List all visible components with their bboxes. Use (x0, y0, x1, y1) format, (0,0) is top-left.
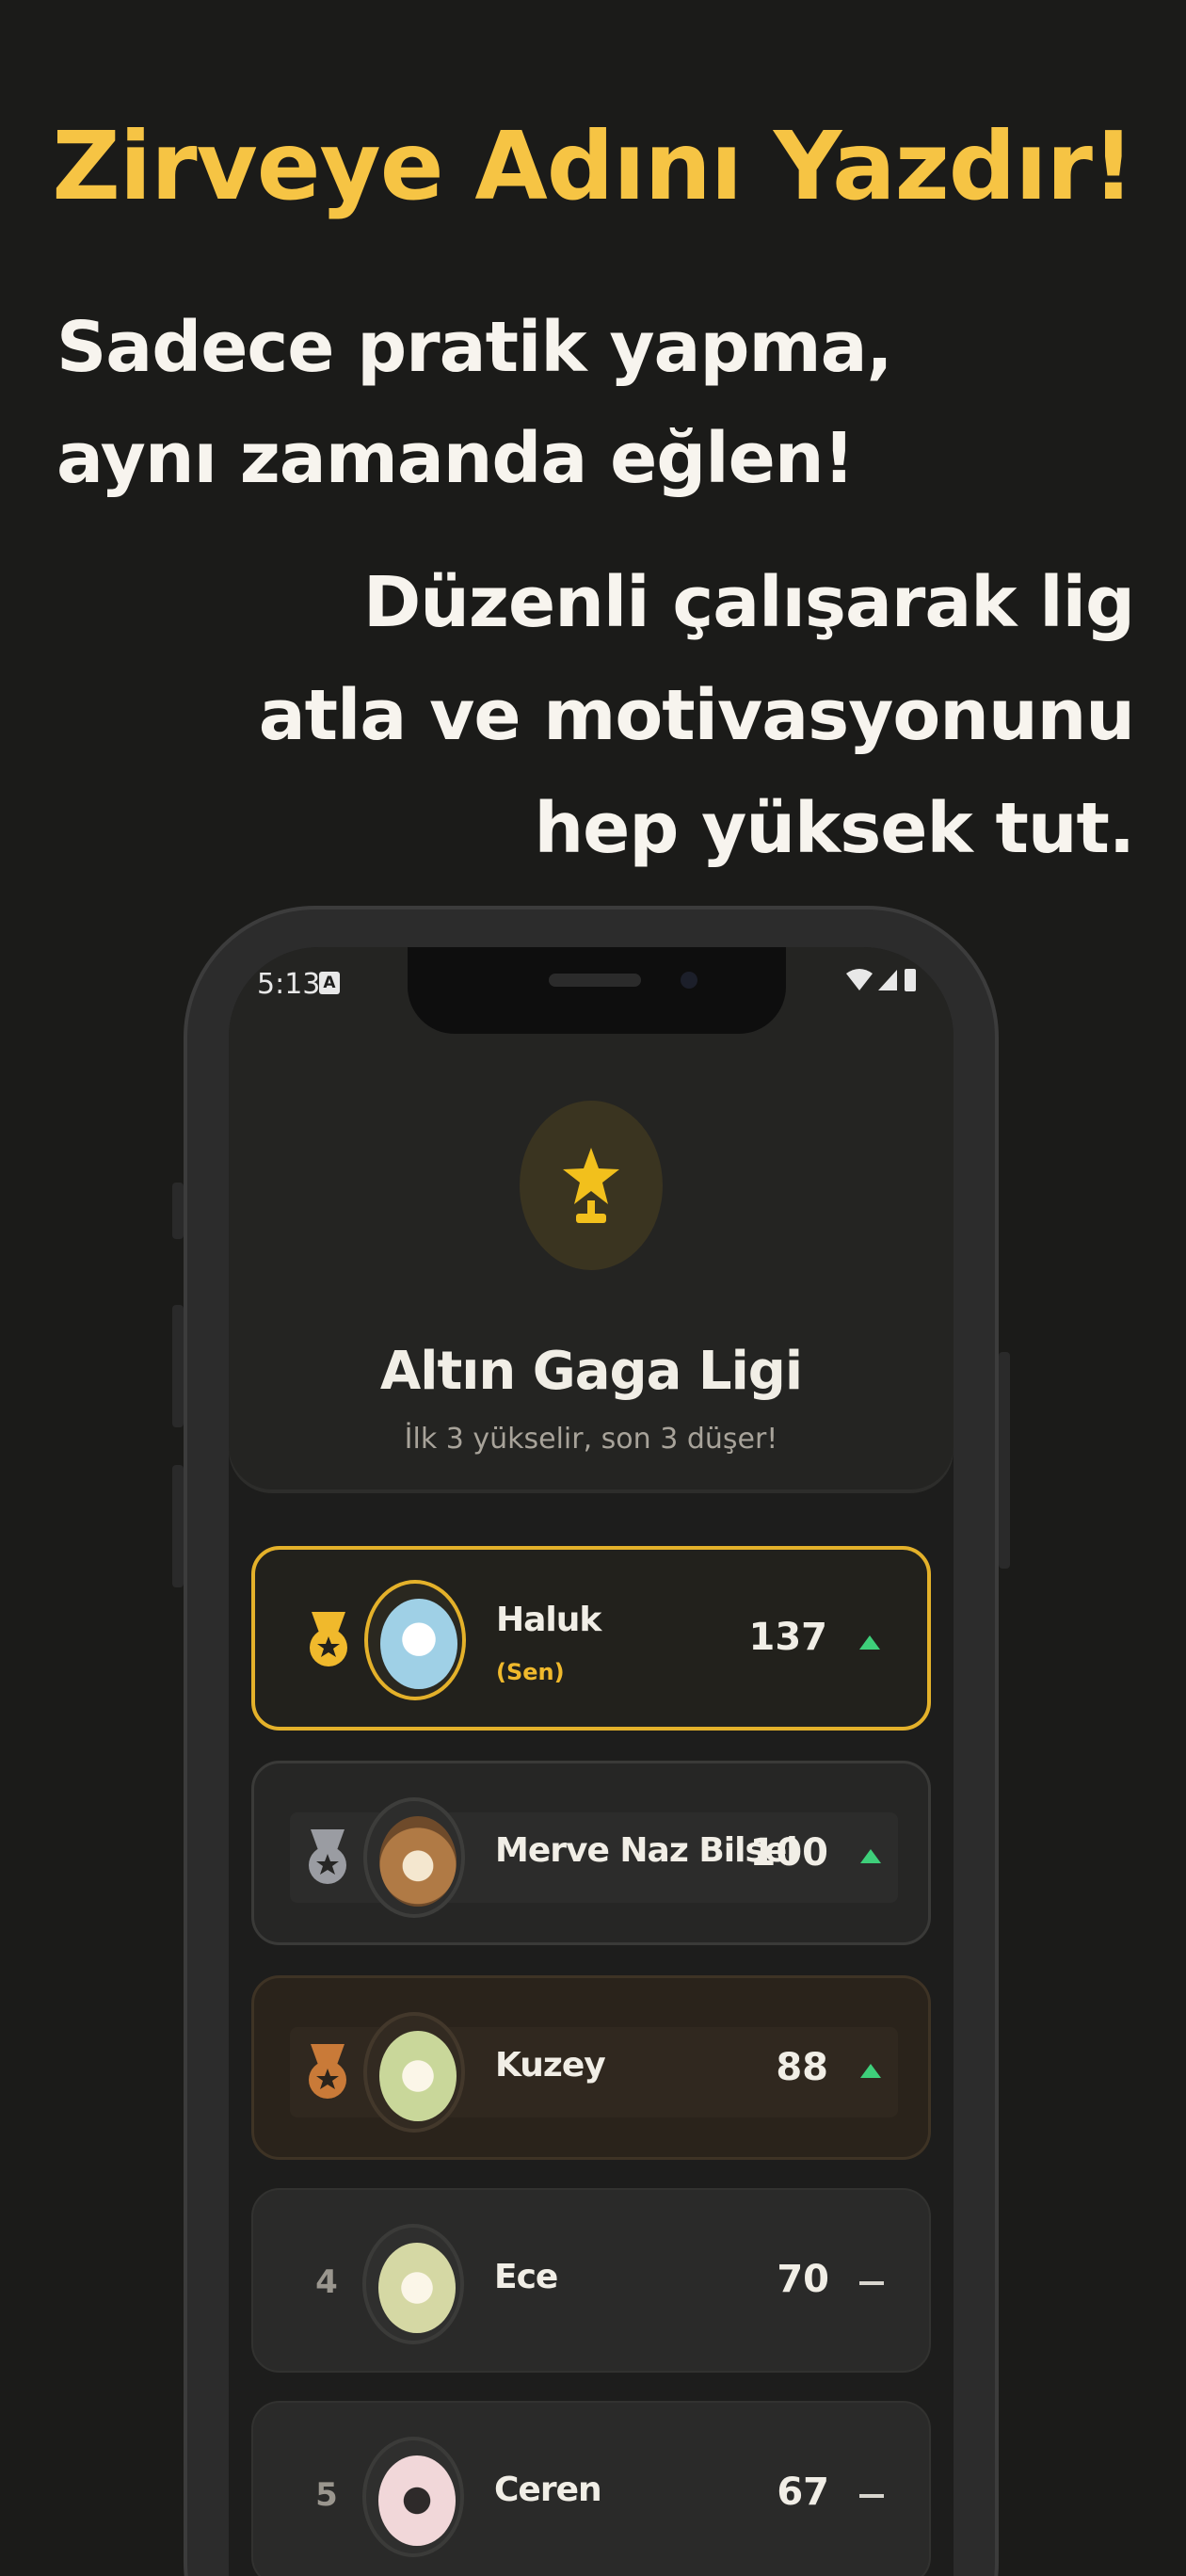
phone-notch (408, 947, 786, 1034)
lead-text: Sadece pratik yapma, aynı zamanda eğlen! (56, 292, 893, 514)
leaderboard-row-5[interactable]: 5 Ceren 67 (251, 2401, 931, 2576)
user-score: 88 (776, 2046, 828, 2089)
user-score: 137 (748, 1616, 828, 1659)
lead-line-1: Sadece pratik yapma, (56, 307, 893, 388)
signal-icon (878, 970, 897, 990)
trend-same-icon (857, 2482, 886, 2510)
phone-mockup: Altın Gaga Ligi İlk 3 yükselir, son 3 dü… (172, 906, 1010, 2576)
duck-avatar-image (380, 1599, 457, 1689)
you-tag: (Sen) (496, 1659, 565, 1685)
duck-avatar-image (379, 2031, 457, 2121)
sub-line-2: atla ve motivasyonunu (258, 675, 1135, 756)
sub-line-3: hep yüksek tut. (534, 788, 1136, 869)
leaderboard-row-3[interactable]: Kuzey 88 (251, 1975, 931, 2160)
battery-icon (905, 969, 916, 991)
leaderboard-row-4[interactable]: 4 Ece 70 (251, 2188, 931, 2373)
trend-up-icon (857, 2057, 885, 2085)
avatar (363, 2012, 465, 2133)
bronze-medal-icon (301, 2042, 354, 2099)
silver-medal-icon (301, 1827, 354, 1884)
lead-line-2: aynı zamanda eğlen! (56, 418, 855, 499)
user-score: 100 (749, 1831, 829, 1875)
leaderboard-row-1[interactable]: Haluk (Sen) 137 (251, 1546, 931, 1731)
phone-volume-up (172, 1305, 184, 1427)
leaderboard-row-2[interactable]: Merve Naz Bilsel 100 (251, 1761, 931, 1945)
league-subtitle: İlk 3 yükselir, son 3 düşer! (404, 1423, 778, 1456)
camera-icon (681, 972, 697, 989)
phone-screen: Altın Gaga Ligi İlk 3 yükselir, son 3 dü… (229, 947, 954, 2576)
sub-line-1: Düzenli çalışarak lig (362, 562, 1135, 643)
sub-text: Düzenli çalışarak lig atla ve motivasyon… (258, 546, 1136, 885)
trophy-star-icon (563, 1148, 619, 1223)
trophy-badge (520, 1101, 663, 1270)
avatar (362, 2437, 464, 2557)
status-icons (844, 966, 920, 1002)
wifi-icon (846, 969, 873, 990)
trend-up-icon (856, 1629, 884, 1657)
status-notification-icon: A (319, 972, 340, 994)
gold-medal-icon (302, 1610, 355, 1666)
user-name: Ceren (494, 2471, 602, 2509)
duck-avatar-image (379, 1816, 457, 1907)
user-name: Kuzey (495, 2046, 606, 2085)
rank-number: 5 (315, 2476, 338, 2514)
user-score: 67 (777, 2471, 829, 2514)
trend-same-icon (857, 2269, 886, 2297)
avatar (364, 1580, 466, 1700)
speaker (549, 974, 641, 987)
status-time: 5:13 (257, 968, 321, 1001)
phone-power-button (999, 1352, 1010, 1569)
avatar (362, 2224, 464, 2344)
phone-side-button (172, 1183, 184, 1239)
user-score: 70 (777, 2258, 829, 2301)
user-name: Haluk (496, 1601, 601, 1639)
league-title: Altın Gaga Ligi (379, 1341, 803, 1402)
rank-number: 4 (315, 2263, 338, 2301)
duck-avatar-image (378, 2455, 456, 2546)
user-name: Ece (494, 2258, 558, 2296)
phone-volume-down (172, 1465, 184, 1587)
trend-up-icon (857, 1843, 885, 1871)
avatar (363, 1797, 465, 1918)
headline: Zirveye Adını Yazdır! (52, 111, 1134, 221)
duck-avatar-image (378, 2243, 456, 2333)
